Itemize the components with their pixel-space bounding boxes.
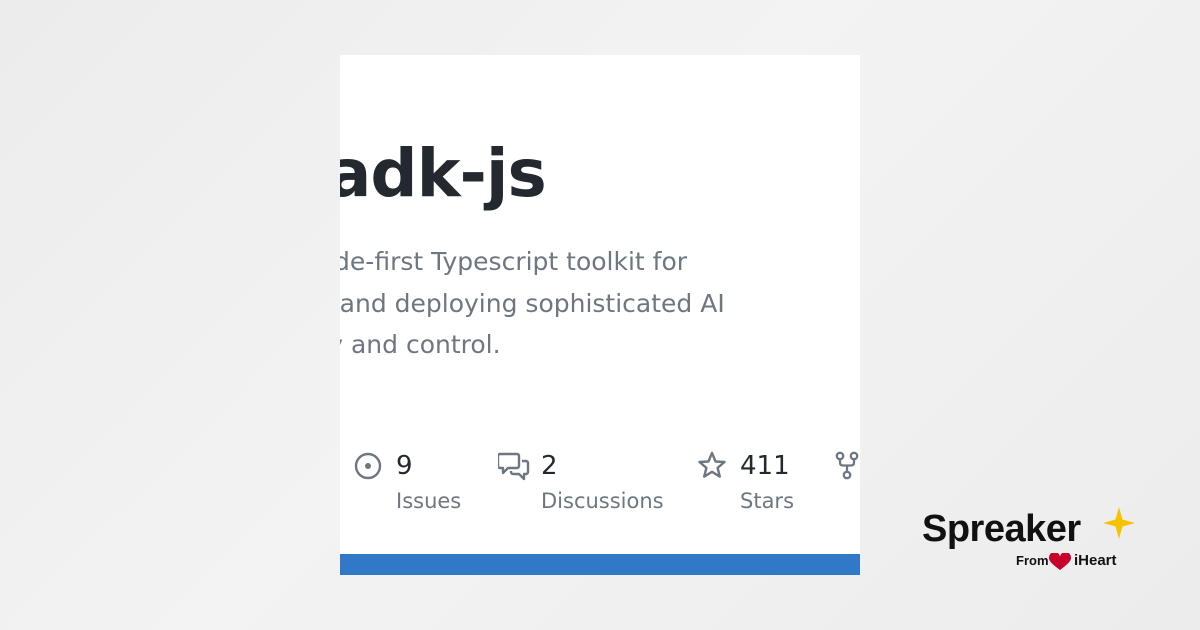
repo-card: e/adk-js ce, code-first Typescript toolk… — [340, 55, 860, 575]
stars-count: 411 — [740, 451, 790, 481]
issue-circle-icon — [354, 452, 382, 480]
brand-from-text: From — [1016, 553, 1049, 568]
discussions-count: 2 — [541, 451, 558, 481]
description-line-3: xibility and control. — [340, 330, 501, 359]
fork-icon — [835, 451, 859, 480]
stat-forks[interactable] — [834, 451, 860, 521]
description-line-1: ce, code-first Typescript toolkit for — [340, 247, 688, 276]
language-bar — [340, 554, 860, 575]
spreaker-logo: Spreaker From iHeart — [922, 507, 1142, 578]
discussions-label: Discussions — [541, 489, 664, 513]
stars-label: Stars — [740, 489, 795, 513]
sparkle-star-icon — [1103, 507, 1135, 539]
stat-discussions[interactable]: 2 Discussions — [498, 451, 668, 521]
repo-description: ce, code-first Typescript toolkit for at… — [340, 241, 860, 366]
issues-count: 9 — [396, 451, 413, 481]
description-line-2: ating, and deploying sophisticated AI — [340, 288, 725, 318]
star-icon — [698, 451, 726, 478]
stat-issues[interactable]: 9 Issues — [354, 451, 474, 521]
brand-partner: iHeart — [1074, 552, 1117, 569]
iheart-heart-icon — [1048, 553, 1072, 570]
stat-stars[interactable]: 411 Stars — [698, 451, 818, 521]
discussion-bubbles-icon — [498, 452, 530, 481]
issues-label: Issues — [396, 489, 462, 513]
brand-name: Spreaker — [922, 508, 1081, 550]
repo-title[interactable]: e/adk-js — [340, 135, 547, 212]
